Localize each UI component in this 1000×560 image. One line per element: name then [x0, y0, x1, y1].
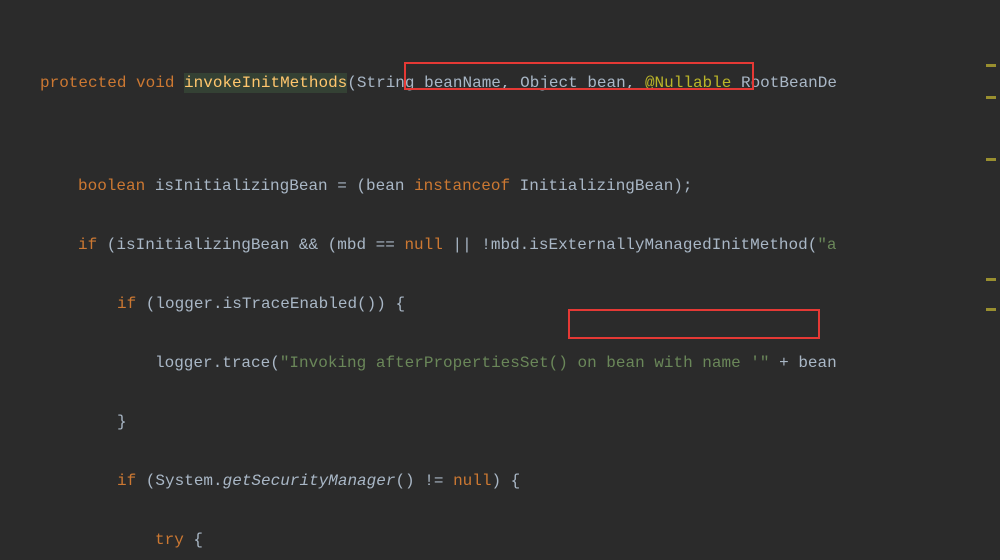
code-text: () != [395, 472, 453, 490]
code-text: InitializingBean); [510, 177, 692, 195]
gutter-warning-icon[interactable] [986, 278, 996, 281]
keyword-null: null [404, 236, 442, 254]
code-text: (System. [136, 472, 222, 490]
code-text: + bean [770, 354, 837, 372]
code-line: if (System.getSecurityManager() != null)… [0, 467, 1000, 497]
brace: } [117, 413, 127, 431]
code-line: protected void invokeInitMethods(String … [0, 69, 1000, 99]
code-text: { [184, 531, 203, 549]
code-line: } [0, 408, 1000, 438]
code-text: (logger.isTraceEnabled()) { [136, 295, 405, 313]
code-text: (String beanName, Object bean, [347, 74, 645, 92]
code-text: ) { [491, 472, 520, 490]
code-line: if (logger.isTraceEnabled()) { [0, 290, 1000, 320]
gutter-warning-icon[interactable] [986, 96, 996, 99]
code-line: boolean isInitializingBean = (bean insta… [0, 172, 1000, 202]
gutter-warning-icon[interactable] [986, 158, 996, 161]
keyword-boolean: boolean [78, 177, 145, 195]
string-literal: "Invoking afterPropertiesSet() on bean w… [280, 354, 770, 372]
code-line: try { [0, 526, 1000, 556]
keyword-null: null [453, 472, 491, 490]
method-name: invokeInitMethods [184, 73, 347, 93]
keyword-if: if [117, 472, 136, 490]
keyword-instanceof: instanceof [414, 177, 510, 195]
keyword-protected: protected [40, 74, 126, 92]
code-line: logger.trace("Invoking afterPropertiesSe… [0, 349, 1000, 379]
code-text: logger.trace( [155, 354, 280, 372]
code-text: RootBeanDe [731, 74, 837, 92]
string-literal: "a [817, 236, 836, 254]
annotation: @Nullable [645, 74, 731, 92]
keyword-if: if [78, 236, 97, 254]
code-text: || !mbd.isExternallyManagedInitMethod( [443, 236, 817, 254]
code-line: if (isInitializingBean && (mbd == null |… [0, 231, 1000, 261]
code-editor[interactable]: protected void invokeInitMethods(String … [0, 0, 1000, 560]
code-text: isInitializingBean = (bean [145, 177, 414, 195]
keyword-if: if [117, 295, 136, 313]
gutter-warning-icon[interactable] [986, 64, 996, 67]
gutter-warning-icon[interactable] [986, 308, 996, 311]
keyword-void: void [136, 74, 174, 92]
static-method: getSecurityManager [223, 472, 396, 490]
code-text: (isInitializingBean && (mbd == [97, 236, 404, 254]
keyword-try: try [155, 531, 184, 549]
